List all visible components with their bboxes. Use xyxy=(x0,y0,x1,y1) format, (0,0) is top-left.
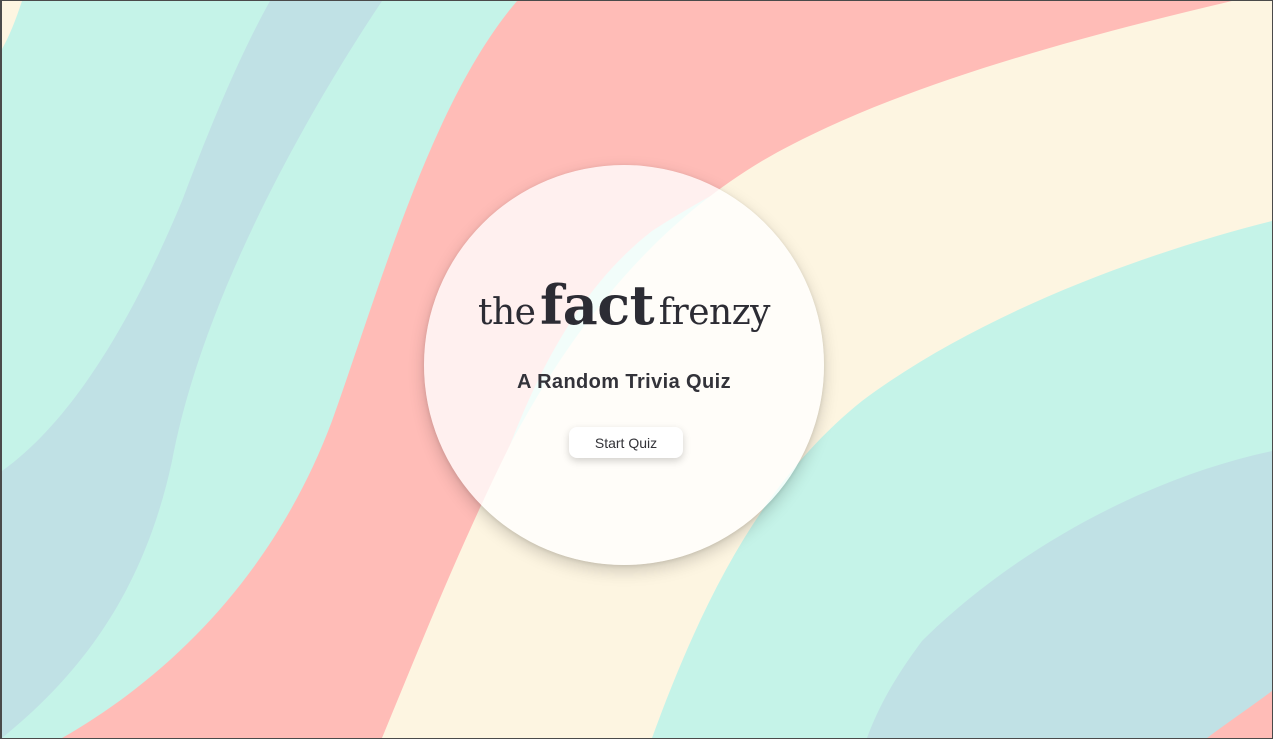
page-subtitle: A Random Trivia Quiz xyxy=(517,371,731,393)
quiz-landing-page: the fact frenzy A Random Trivia Quiz Sta… xyxy=(2,1,1272,738)
start-quiz-button[interactable]: Start Quiz xyxy=(569,427,683,458)
app-logo: the fact frenzy xyxy=(424,273,824,337)
logo-word-fact: fact xyxy=(540,273,655,337)
logo-word-the: the xyxy=(477,292,536,333)
title-card-circle: the fact frenzy A Random Trivia Quiz Sta… xyxy=(424,165,824,565)
logo-word-frenzy: frenzy xyxy=(658,292,771,333)
